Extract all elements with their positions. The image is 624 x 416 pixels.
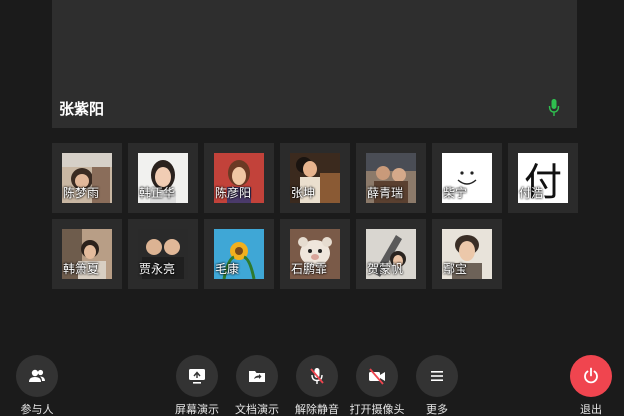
menu-icon [431, 371, 443, 381]
participant-name: 韩正华 [139, 186, 176, 200]
main-video[interactable]: 张紫阳 [52, 0, 577, 128]
unmute-label: 解除静音 [295, 403, 339, 416]
participant-tile[interactable]: 韩正华 [128, 143, 198, 213]
participant-tile[interactable]: 薛青瑞 [356, 143, 426, 213]
doc-share-button[interactable] [236, 355, 278, 397]
participant-tile[interactable]: 贺蒙帆 [356, 219, 426, 289]
camera-on-button[interactable] [356, 355, 398, 397]
participant-name: 贺蒙帆 [367, 262, 404, 276]
exit-label: 退出 [580, 403, 602, 416]
participant-name: 贾永亮 [139, 262, 176, 276]
more-label: 更多 [426, 403, 448, 416]
participant-name: 鄢宝 [443, 262, 468, 276]
participant-tile[interactable]: 陈梦雨 [52, 143, 122, 213]
participant-name: 毛康 [215, 262, 240, 276]
participants-button[interactable] [16, 355, 58, 397]
participant-name: 付浩 [519, 186, 544, 200]
participant-name: 张坤 [291, 186, 316, 200]
screen-share-label: 屏幕演示 [175, 403, 219, 416]
main-speaker-name: 张紫阳 [59, 100, 105, 118]
participant-tile[interactable]: 陈彦阳 [204, 143, 274, 213]
participant-name: 陈梦雨 [63, 186, 100, 200]
participant-name: 薛青瑞 [367, 186, 404, 200]
screen-share-button[interactable] [176, 355, 218, 397]
camera-on-label: 打开摄像头 [349, 403, 405, 416]
participant-tile[interactable]: 付 付浩 [508, 143, 578, 213]
doc-share-label: 文档演示 [235, 403, 279, 416]
participant-tile[interactable]: 石鹏霏 [280, 219, 350, 289]
folder-share-icon [249, 371, 265, 382]
exit-button[interactable] [570, 355, 612, 397]
mic-muted-icon [310, 368, 324, 384]
participant-name: 陈彦阳 [215, 186, 252, 200]
power-icon [584, 367, 598, 384]
participant-tile[interactable]: 柴宁 [432, 143, 502, 213]
participants-label: 参与人 [20, 403, 54, 416]
camera-off-icon [369, 368, 385, 385]
unmute-button[interactable] [296, 355, 338, 397]
participant-name: 石鹏霏 [291, 262, 328, 276]
participants-icon [29, 369, 45, 382]
participant-tile[interactable]: 毛康 [204, 219, 274, 289]
participant-tile[interactable]: 鄢宝 [432, 219, 502, 289]
participant-tile[interactable]: 韩箫夏 [52, 219, 122, 289]
participant-name: 韩箫夏 [63, 262, 100, 276]
more-button[interactable] [416, 355, 458, 397]
participant-tile[interactable]: 贾永亮 [128, 219, 198, 289]
mic-icon [548, 99, 560, 116]
participant-name: 柴宁 [443, 186, 468, 200]
screen-share-icon [189, 369, 205, 384]
participant-tile[interactable]: 张坤 [280, 143, 350, 213]
